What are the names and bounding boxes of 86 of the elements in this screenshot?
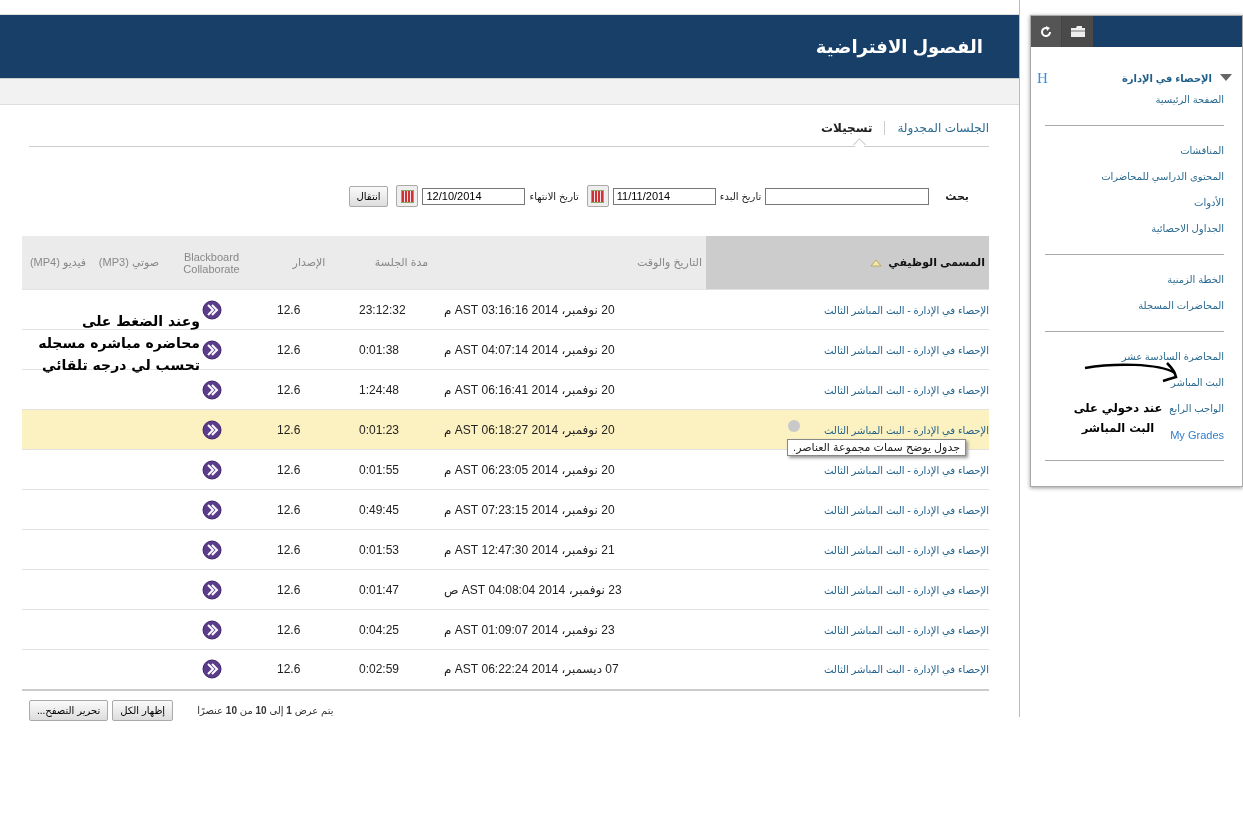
tooltip: جدول يوضح سمات مجموعة العناصر. [787,439,966,456]
tab[interactable]: تسجيلات [821,120,873,135]
date-cell: 23 نوفمبر، 2014 04:08:04 AST ص [444,582,622,597]
duration-cell: 0:02:59 [359,662,400,677]
play-icon[interactable] [202,299,222,320]
play-icon[interactable] [202,579,222,600]
date-cell: 20 نوفمبر، 2014 03:16:16 AST م [444,302,615,317]
menu-item[interactable]: المحاضرات المسجلة [1138,293,1224,319]
version-cell: 12.6 [277,582,301,597]
folder-icon[interactable] [1062,16,1093,47]
calendar-icon[interactable] [586,185,609,207]
duration-cell: 0:01:38 [359,342,400,357]
play-icon[interactable] [202,619,222,640]
duration-cell: 0:01:23 [359,422,400,437]
menu-item[interactable]: الصفحة الرئيسية [1155,87,1224,113]
end-date-label: تاريخ الانتهاء [529,190,579,202]
date-cell: 20 نوفمبر، 2014 06:18:27 AST م [444,422,615,437]
date-cell: 20 نوفمبر، 2014 04:07:14 AST م [444,342,615,357]
menu-item[interactable]: المناقشات [1180,138,1224,164]
menu-item[interactable]: الواجب الرابع [1169,396,1224,422]
date-cell: 20 نوفمبر، 2014 07:23:15 AST م [444,502,615,517]
annotation-text: وعند الضغط على محاضره مباشره مسجله تحسب لي درجه تلقائي [37,312,200,375]
end-date-field[interactable]: 12/10/2014 [422,187,526,205]
recording-link[interactable]: الإحصاء في الإدارة - البث المباشر الثالث [824,544,989,556]
go-button[interactable]: انتقال [348,185,389,207]
sort-up-icon [870,259,883,268]
course-title[interactable]: الإحصاء في الإدارة [1121,72,1212,84]
play-icon[interactable] [202,659,222,680]
info-icon [788,420,800,432]
menu-item[interactable]: الجداول الاحصائية [1151,216,1224,242]
paging-button[interactable]: تحرير التصفح... [29,699,109,721]
play-icon[interactable] [202,339,222,360]
version-cell: 12.6 [277,462,301,477]
page-title: الفصول الافتراضية [815,35,983,58]
date-cell: 21 نوفمبر، 2014 12:47:30 AST م [444,542,615,557]
duration-cell: 0:01:47 [359,582,400,597]
search-field[interactable] [765,187,930,205]
date-cell: 20 نوفمبر، 2014 06:23:05 AST م [444,462,615,477]
menu-item[interactable]: My Grades [1170,422,1224,448]
recording-link[interactable]: الإحصاء في الإدارة - البث المباشر الثالث [824,344,989,356]
refresh-icon[interactable] [1031,16,1062,47]
recording-link[interactable]: الإحصاء في الإدارة - البث المباشر الثالث [824,384,989,396]
version-cell: 12.6 [277,622,301,637]
version-cell: 12.6 [277,422,301,437]
recording-link[interactable]: الإحصاء في الإدارة - البث المباشر الثالث [824,504,989,516]
menu-item[interactable]: المحاضرة السادسة عشر [1121,344,1224,370]
recording-link[interactable]: الإحصاء في الإدارة - البث المباشر الثالث [824,424,989,436]
version-cell: 12.6 [277,302,301,317]
start-date-label: تاريخ البدء [719,190,762,202]
column-header[interactable]: المسمى الوظيفي [706,236,989,290]
date-cell: 20 نوفمبر، 2014 06:16:41 AST م [444,382,615,397]
expand-icon[interactable] [1220,74,1232,82]
menu-item[interactable]: الخطة الزمنية [1167,267,1224,293]
duration-cell: 0:49:45 [359,502,400,517]
menu-item[interactable]: الأدوات [1194,190,1224,216]
version-cell: 12.6 [277,502,301,517]
duration-cell: 23:12:32 [359,302,406,317]
recording-link[interactable]: الإحصاء في الإدارة - البث المباشر الثالث [824,624,989,636]
play-icon[interactable] [202,379,222,400]
recording-link[interactable]: الإحصاء في الإدارة - البث المباشر الثالث [824,664,989,676]
version-cell: 12.6 [277,382,301,397]
duration-cell: 1:24:48 [359,382,400,397]
recording-link[interactable]: الإحصاء في الإدارة - البث المباشر الثالث [824,304,989,316]
menu-item[interactable]: المحتوى الدراسي للمحاضرات [1101,164,1224,190]
play-icon[interactable] [202,419,222,440]
tab[interactable]: الجلسات المجدولة [897,120,989,135]
play-icon[interactable] [202,499,222,520]
version-cell: 12.6 [277,342,301,357]
paging-button[interactable]: إظهار الكل [112,699,174,721]
duration-cell: 0:04:25 [359,622,400,637]
calendar-icon[interactable] [396,185,419,207]
play-icon[interactable] [202,459,222,480]
recording-link[interactable]: الإحصاء في الإدارة - البث المباشر الثالث [824,464,989,476]
start-date-field[interactable]: 11/11/2014 [612,187,716,205]
annotation-text: عند دخولي على البث المباشر [1072,400,1164,437]
duration-cell: 0:01:53 [359,542,400,557]
duration-cell: 0:01:55 [359,462,400,477]
version-cell: 12.6 [277,662,301,677]
recording-link[interactable]: الإحصاء في الإدارة - البث المباشر الثالث [824,584,989,596]
play-icon[interactable] [202,539,222,560]
version-cell: 12.6 [277,542,301,557]
search-label: بحث [945,189,969,203]
date-cell: 07 ديسمبر، 2014 06:22:24 AST م [444,662,619,677]
menu-item[interactable]: البث المباشر [1171,370,1224,396]
date-cell: 23 نوفمبر، 2014 01:09:07 AST م [444,622,615,637]
course-initial: H [1037,69,1048,87]
